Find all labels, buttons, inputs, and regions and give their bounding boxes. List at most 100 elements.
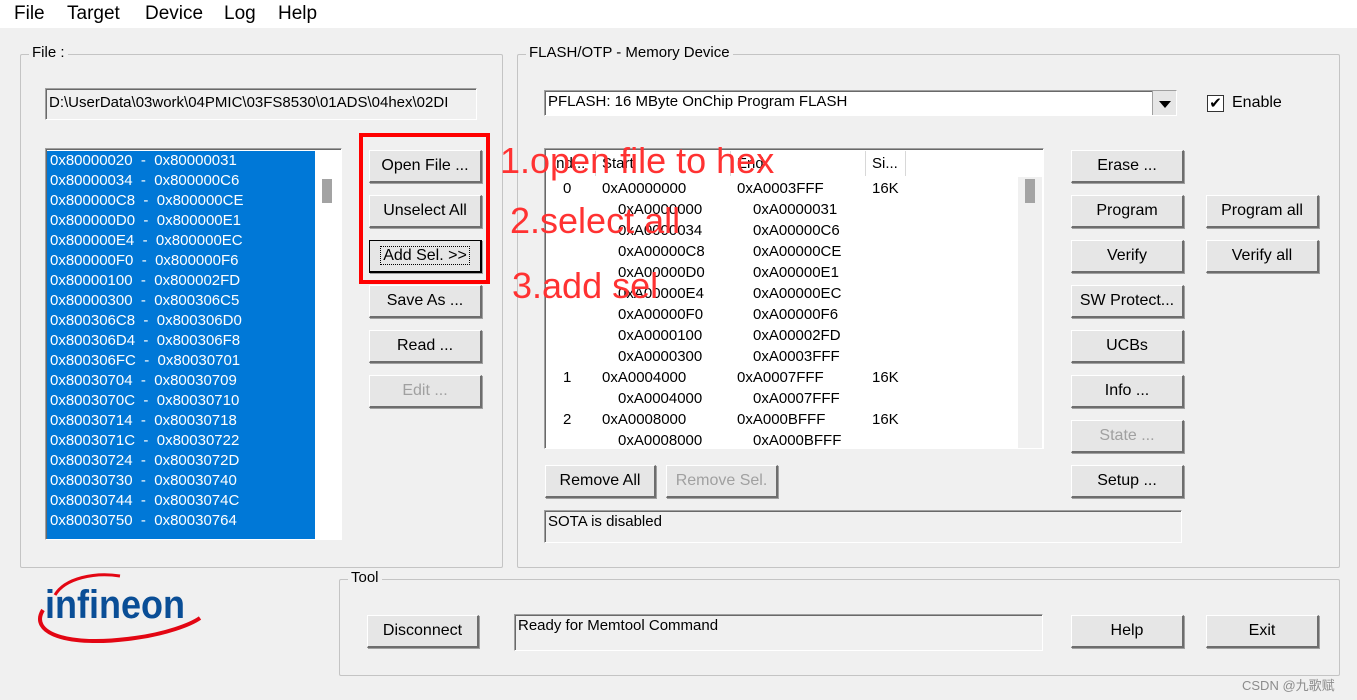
file-range-item[interactable]: 0x8003070C - 0x80030710 <box>47 391 315 411</box>
ucbs-button[interactable]: UCBs <box>1071 330 1184 363</box>
cell-end: 0xA0007FFF <box>737 369 824 386</box>
info-button[interactable]: Info ... <box>1071 375 1184 408</box>
table-row[interactable]: 0xA0004000 0xA0007FFF <box>545 388 1015 409</box>
file-range-item[interactable]: 0x80030714 - 0x80030718 <box>47 411 315 431</box>
menu-target[interactable]: Target <box>67 3 120 25</box>
file-list-scrollbar-thumb[interactable] <box>322 179 332 203</box>
edit-label: Edit ... <box>402 382 448 399</box>
cell-end: 0xA00000F6 <box>753 306 839 323</box>
table-row[interactable]: 0xA00000C8 0xA00000CE <box>545 241 1015 262</box>
file-range-list[interactable]: 0x80000020 - 0x80000031 0x80000034 - 0x80… <box>45 148 342 540</box>
help-button[interactable]: Help <box>1071 615 1184 648</box>
state-label: State ... <box>1099 427 1155 444</box>
cell-end: 0xA000BFFF <box>753 432 842 449</box>
sw-protect-label: SW Protect... <box>1079 292 1175 309</box>
state-button[interactable]: State ... <box>1071 420 1184 453</box>
flash-group-label: FLASH/OTP - Memory Device <box>526 44 733 61</box>
menu-file[interactable]: File <box>14 3 45 25</box>
cell-end: 0xA000BFFF <box>737 411 826 428</box>
file-range-item[interactable]: 0x80030724 - 0x8003072D <box>47 451 315 471</box>
menu-help[interactable]: Help <box>278 3 317 25</box>
table-row[interactable]: 1 0xA0004000 0xA0007FFF 16K <box>545 367 1015 388</box>
table-row[interactable]: 0xA0000100 0xA00002FD <box>545 325 1015 346</box>
cell-start: 0xA0004000 <box>618 390 703 407</box>
check-icon: ✔ <box>1209 95 1222 112</box>
file-range-selection: 0x80000020 - 0x80000031 0x80000034 - 0x80… <box>47 151 315 539</box>
disconnect-button[interactable]: Disconnect <box>367 615 479 648</box>
verify-label: Verify <box>1106 247 1147 264</box>
table-row[interactable]: 2 0xA0008000 0xA000BFFF 16K <box>545 409 1015 430</box>
cell-size: 16K <box>872 411 899 428</box>
file-range-item[interactable]: 0x80030750 - 0x80030764 <box>47 511 315 531</box>
table-row[interactable]: 0xA0000300 0xA0003FFF <box>545 346 1015 367</box>
file-range-item[interactable]: 0x800000E4 - 0x800000EC <box>47 231 315 251</box>
remove-sel-label: Remove Sel. <box>675 472 768 489</box>
program-button[interactable]: Program <box>1071 195 1184 228</box>
cell-end: 0xA00000EC <box>753 285 842 302</box>
exit-label: Exit <box>1248 622 1276 639</box>
file-range-item[interactable]: 0x80000300 - 0x800306C5 <box>47 291 315 311</box>
remove-sel-button[interactable]: Remove Sel. <box>666 465 778 498</box>
file-range-item[interactable]: 0x800306D4 - 0x800306F8 <box>47 331 315 351</box>
file-range-item[interactable]: 0x8003071C - 0x80030722 <box>47 431 315 451</box>
file-range-item[interactable]: 0x800306C8 - 0x800306D0 <box>47 311 315 331</box>
table-row[interactable]: 0xA00000F0 0xA00000F6 <box>545 304 1015 325</box>
menu-device[interactable]: Device <box>145 3 203 25</box>
infineon-logo: infineon <box>38 573 202 643</box>
cell-end: 0xA00000CE <box>753 243 842 260</box>
memory-table-scrollbar[interactable] <box>1018 177 1042 448</box>
file-range-item[interactable]: 0x800000F0 - 0x800000F6 <box>47 251 315 271</box>
file-path-field[interactable]: D:\UserData\03work\04PMIC\03FS8530\01ADS… <box>45 88 477 120</box>
menu-bar: File Target Device Log Help <box>0 0 1357 28</box>
file-range-item[interactable]: 0x800000D0 - 0x800000E1 <box>47 211 315 231</box>
setup-button[interactable]: Setup ... <box>1071 465 1184 498</box>
exit-button[interactable]: Exit <box>1206 615 1319 648</box>
save-as-button[interactable]: Save As ... <box>369 285 482 318</box>
sw-protect-button[interactable]: SW Protect... <box>1071 285 1184 318</box>
read-button[interactable]: Read ... <box>369 330 482 363</box>
memory-device-dropdown[interactable]: PFLASH: 16 MByte OnChip Program FLASH <box>544 90 1177 116</box>
program-all-button[interactable]: Program all <box>1206 195 1319 228</box>
cell-end: 0xA00000C6 <box>753 222 840 239</box>
file-range-item[interactable]: 0x800306FC - 0x80030701 <box>47 351 315 371</box>
file-range-item[interactable]: 0x80000100 - 0x800002FD <box>47 271 315 291</box>
menu-log[interactable]: Log <box>224 3 256 25</box>
cell-size: 16K <box>872 369 899 386</box>
file-range-item[interactable]: 0x800000C8 - 0x800000CE <box>47 191 315 211</box>
cell-start: 0xA0008000 <box>602 411 687 428</box>
cell-index: 1 <box>563 369 572 386</box>
chevron-down-icon <box>1159 101 1171 108</box>
erase-button[interactable]: Erase ... <box>1071 150 1184 183</box>
ucbs-label: UCBs <box>1106 337 1148 354</box>
memory-table-scrollbar-thumb[interactable] <box>1025 179 1035 203</box>
file-range-item[interactable]: 0x80030744 - 0x8003074C <box>47 491 315 511</box>
cell-start: 0xA0000300 <box>618 348 703 365</box>
annotation-step-2: 2.select all <box>510 200 681 241</box>
memory-device-value: PFLASH: 16 MByte OnChip Program FLASH <box>548 93 848 110</box>
cell-end: 0xA00002FD <box>753 327 841 344</box>
edit-button[interactable]: Edit ... <box>369 375 482 408</box>
enable-label: Enable <box>1232 94 1282 111</box>
cell-size: 16K <box>872 180 899 197</box>
file-range-item[interactable]: 0x80000034 - 0x800000C6 <box>47 171 315 191</box>
col-header-size[interactable]: Si... <box>866 151 906 176</box>
erase-label: Erase ... <box>1097 157 1157 174</box>
cell-end: 0xA0007FFF <box>753 390 840 407</box>
verify-all-button[interactable]: Verify all <box>1206 240 1319 273</box>
enable-checkbox[interactable]: ✔ <box>1207 95 1224 112</box>
file-range-item[interactable]: 0x80030704 - 0x80030709 <box>47 371 315 391</box>
read-label: Read ... <box>396 337 454 354</box>
cell-end: 0xA00000E1 <box>753 264 839 281</box>
info-label: Info ... <box>1104 382 1150 399</box>
program-all-label: Program all <box>1221 202 1303 219</box>
table-row[interactable]: 0xA0008000 0xA000BFFF <box>545 430 1015 449</box>
file-range-item[interactable]: 0x80030730 - 0x80030740 <box>47 471 315 491</box>
file-range-item[interactable]: 0x80000020 - 0x80000031 <box>47 151 315 171</box>
tool-status-field: Ready for Memtool Command <box>514 614 1043 651</box>
col-header-filler <box>906 151 1017 176</box>
logo-text: infineon <box>45 583 185 627</box>
dropdown-button[interactable] <box>1152 91 1176 115</box>
cell-end: 0xA0003FFF <box>753 348 840 365</box>
verify-button[interactable]: Verify <box>1071 240 1184 273</box>
remove-all-button[interactable]: Remove All <box>545 465 656 498</box>
